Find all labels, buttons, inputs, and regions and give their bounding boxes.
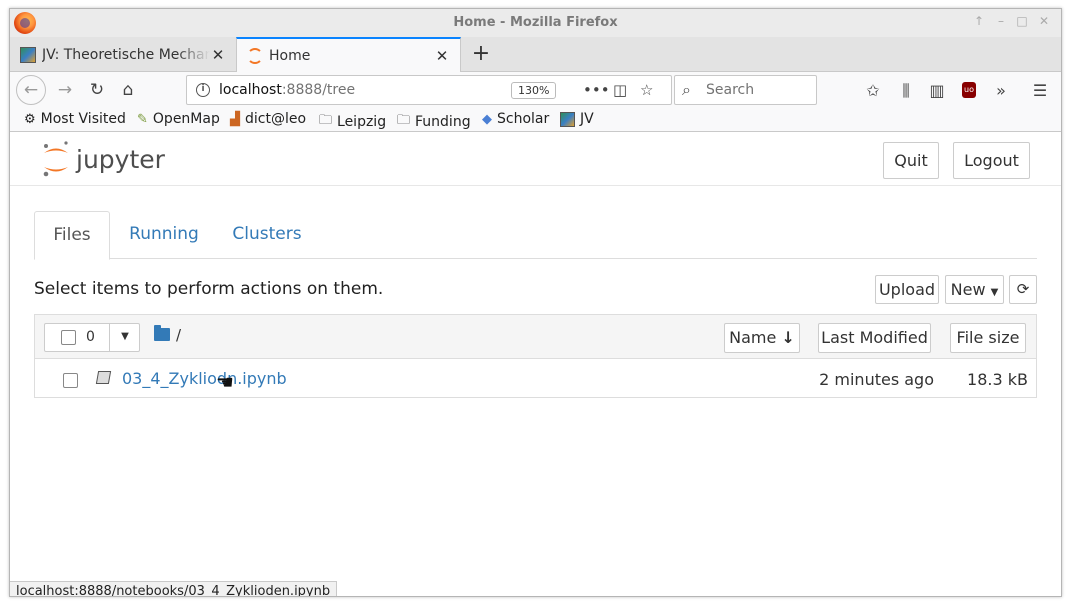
table-row[interactable]: 03_4_Zykliodn.ipynb 2 minutes ago 18.3 k… xyxy=(34,358,1037,398)
selection-hint: Select items to perform actions on them. xyxy=(34,279,384,299)
bookmark-scholar[interactable]: ◆ Scholar xyxy=(482,111,549,127)
file-list-header: 0 ▼ / Name ↓ Last Modified File size xyxy=(34,314,1037,358)
tab-files[interactable]: Files xyxy=(34,211,110,260)
folder-icon: 🗀 xyxy=(397,113,411,128)
map-icon: ✎ xyxy=(137,111,148,127)
file-name-link[interactable]: 03_4_Zykliodn.ipynb xyxy=(122,369,287,388)
refresh-icon: ⟳ xyxy=(1016,280,1030,298)
caret-down-icon: ▼ xyxy=(990,287,999,298)
file-size: 18.3 kB xyxy=(967,370,1028,389)
url-bar[interactable]: i localhost:8888/tree 130% ••• ◫ ☆ xyxy=(186,75,672,105)
home-icon[interactable]: ⌂ xyxy=(113,75,143,105)
row-checkbox[interactable] xyxy=(63,373,78,388)
tab-label: JV: Theoretische Mechanik xyxy=(42,46,210,63)
breadcrumb[interactable]: / xyxy=(176,326,181,344)
pocket-icon[interactable]: ◫ xyxy=(613,81,627,99)
search-icon: ⌕ xyxy=(682,80,691,99)
folder-icon: 🗀 xyxy=(319,113,333,128)
bookmark-most-visited[interactable]: ⚙ Most Visited xyxy=(24,111,126,127)
bookmarks-toolbar: ⚙ Most Visited ✎ OpenMap ▟ dict@leo 🗀 Le… xyxy=(10,108,1061,132)
page-content: jupyter Quit Logout Files Running Cluste… xyxy=(10,133,1061,596)
title-bar: Home - Mozilla Firefox ↑ – □ ✕ xyxy=(10,9,1061,37)
jupyter-favicon-icon xyxy=(247,48,263,64)
back-icon[interactable]: ← xyxy=(16,75,46,105)
close-tab-icon[interactable]: ✕ xyxy=(434,47,450,65)
hamburger-menu-icon[interactable]: ☰ xyxy=(1028,81,1052,100)
status-bar: localhost:8888/notebooks/03_4_Zyklioden.… xyxy=(10,581,338,596)
tab-running[interactable]: Running xyxy=(122,211,206,259)
overflow-menu-icon[interactable]: » xyxy=(989,81,1013,100)
page-actions-icon[interactable]: ••• xyxy=(583,81,610,99)
file-modified: 2 minutes ago xyxy=(819,370,934,389)
sidebar-icon[interactable]: ▥ xyxy=(925,81,949,100)
search-placeholder: Search xyxy=(706,82,755,98)
search-input[interactable]: ⌕ Search xyxy=(674,75,817,105)
logout-button[interactable]: Logout xyxy=(953,142,1030,179)
bookmarks-menu-icon[interactable]: ✩ xyxy=(861,81,885,100)
scholar-icon: ◆ xyxy=(482,111,492,127)
new-dropdown-button[interactable]: New ▼ xyxy=(945,275,1004,304)
ublock-icon[interactable]: uo xyxy=(962,82,976,98)
close-tab-icon[interactable]: ✕ xyxy=(210,46,226,64)
sort-last-modified-button[interactable]: Last Modified xyxy=(818,323,931,353)
reload-icon[interactable]: ↻ xyxy=(82,75,112,105)
maximize-icon[interactable]: □ xyxy=(1015,14,1029,28)
arrow-down-icon: ↓ xyxy=(781,328,795,347)
jupyter-logo-text: jupyter xyxy=(75,145,166,174)
browser-tab-home[interactable]: Home ✕ xyxy=(236,37,461,73)
site-info-icon[interactable]: i xyxy=(196,83,210,97)
selected-count: 0 xyxy=(86,329,95,345)
keep-above-icon[interactable]: ↑ xyxy=(972,14,986,28)
jv-favicon-icon xyxy=(20,46,36,63)
notebook-icon xyxy=(95,371,112,384)
sort-name-button[interactable]: Name ↓ xyxy=(724,323,800,353)
tab-label: Home xyxy=(269,48,311,64)
browser-window: Home - Mozilla Firefox ↑ – □ ✕ JV: Theor… xyxy=(9,8,1062,597)
select-all-checkbox[interactable] xyxy=(61,330,76,345)
new-tab-icon[interactable]: + xyxy=(466,41,496,66)
select-dropdown-icon[interactable]: ▼ xyxy=(109,324,140,351)
bookmark-jv[interactable]: JV xyxy=(560,111,594,127)
sort-file-size-button[interactable]: File size xyxy=(950,323,1026,353)
bookmark-dict-leo[interactable]: ▟ dict@leo xyxy=(230,111,306,127)
zoom-level-badge[interactable]: 130% xyxy=(511,82,557,99)
gear-icon: ⚙ xyxy=(24,111,36,127)
forward-icon[interactable]: → xyxy=(50,75,80,105)
jv-icon xyxy=(560,111,575,127)
bookmark-funding[interactable]: 🗀 Funding xyxy=(397,111,471,133)
close-window-icon[interactable]: ✕ xyxy=(1037,14,1051,28)
library-icon[interactable]: ⫼ xyxy=(894,81,918,101)
window-title: Home - Mozilla Firefox xyxy=(453,15,618,30)
folder-icon[interactable] xyxy=(154,325,170,341)
bookmark-openmap[interactable]: ✎ OpenMap xyxy=(137,111,220,127)
refresh-button[interactable]: ⟳ xyxy=(1009,275,1037,304)
select-all-group: 0 ▼ xyxy=(44,323,140,352)
browser-tab-jv[interactable]: JV: Theoretische Mechanik ✕ xyxy=(10,37,236,72)
tab-strip: JV: Theoretische Mechanik ✕ Home ✕ + xyxy=(10,37,1061,73)
bookmark-star-icon[interactable]: ☆ xyxy=(640,81,653,99)
jupyter-logo[interactable]: jupyter xyxy=(40,140,180,180)
tab-clusters[interactable]: Clusters xyxy=(227,211,307,259)
leo-icon: ▟ xyxy=(230,111,240,127)
upload-button[interactable]: Upload xyxy=(875,275,939,304)
url-text[interactable]: localhost:8888/tree xyxy=(219,82,355,98)
bookmark-leipzig[interactable]: 🗀 Leipzig xyxy=(319,111,386,133)
quit-button[interactable]: Quit xyxy=(883,142,939,179)
hand-cursor-icon: ☚ xyxy=(216,370,234,394)
navigation-toolbar: ← → ↻ ⌂ i localhost:8888/tree 130% ••• ◫… xyxy=(10,72,1061,108)
jupyter-tabs: Files Running Clusters xyxy=(34,211,1037,260)
minimize-icon[interactable]: – xyxy=(994,14,1008,28)
jupyter-header: jupyter Quit Logout xyxy=(10,133,1061,186)
